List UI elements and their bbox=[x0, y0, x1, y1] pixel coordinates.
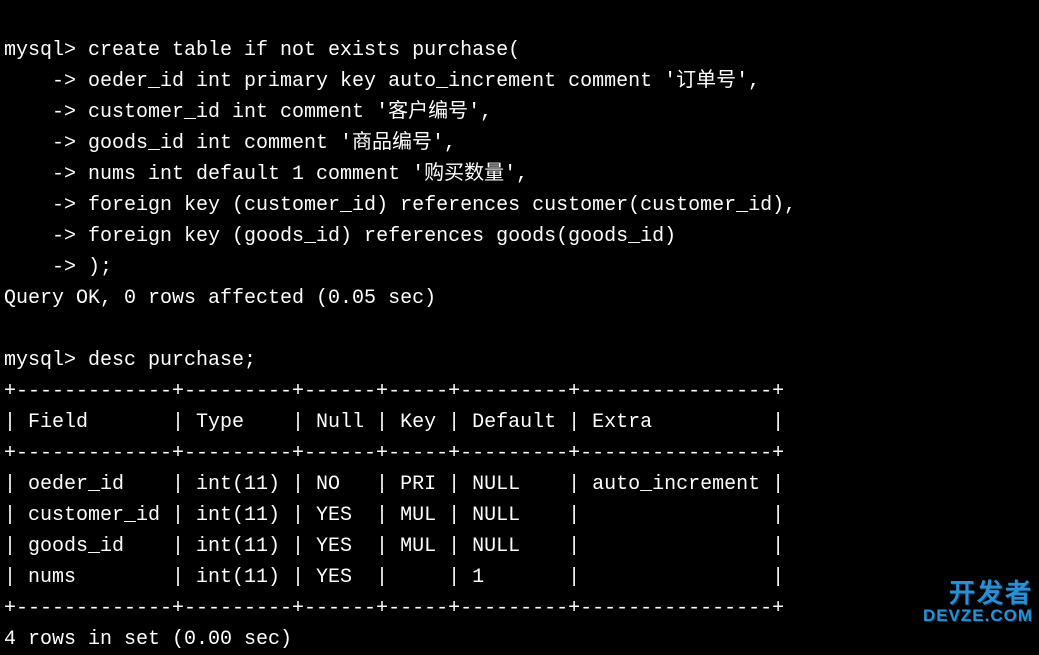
sql-create-line-2: customer_id int comment '客户编号', bbox=[88, 101, 492, 124]
table-row: | customer_id | int(11) | YES | MUL | NU… bbox=[4, 504, 784, 527]
table-header-row: | Field | Type | Null | Key | Default | … bbox=[4, 411, 784, 434]
mysql-cont-prompt: -> bbox=[4, 194, 88, 217]
sql-create-line-1: oeder_id int primary key auto_increment … bbox=[88, 70, 760, 93]
sql-desc-cmd: desc purchase; bbox=[88, 349, 256, 372]
mysql-cont-prompt: -> bbox=[4, 101, 88, 124]
table-border: +-------------+---------+------+-----+--… bbox=[4, 380, 784, 403]
mysql-prompt: mysql> bbox=[4, 39, 88, 62]
sql-line: -> goods_id int comment '商品编号', bbox=[4, 132, 456, 155]
sql-line: mysql> desc purchase; bbox=[4, 349, 256, 372]
sql-line: -> oeder_id int primary key auto_increme… bbox=[4, 70, 760, 93]
sql-create-line-5: foreign key (customer_id) references cus… bbox=[88, 194, 796, 217]
mysql-cont-prompt: -> bbox=[4, 225, 88, 248]
sql-line: -> foreign key (goods_id) references goo… bbox=[4, 225, 676, 248]
sql-create-line-4: nums int default 1 comment '购买数量', bbox=[88, 163, 528, 186]
table-row: | goods_id | int(11) | YES | MUL | NULL … bbox=[4, 535, 784, 558]
table-row: | oeder_id | int(11) | NO | PRI | NULL |… bbox=[4, 473, 784, 496]
query-result: Query OK, 0 rows affected (0.05 sec) bbox=[4, 287, 436, 310]
rows-summary: 4 rows in set (0.00 sec) bbox=[4, 628, 292, 651]
sql-create-line-7: ); bbox=[88, 256, 112, 279]
table-border: +-------------+---------+------+-----+--… bbox=[4, 597, 784, 620]
sql-line: -> customer_id int comment '客户编号', bbox=[4, 101, 492, 124]
sql-create-line-0: create table if not exists purchase( bbox=[88, 39, 520, 62]
sql-line: mysql> create table if not exists purcha… bbox=[4, 39, 520, 62]
mysql-prompt: mysql> bbox=[4, 349, 88, 372]
table-border: +-------------+---------+------+-----+--… bbox=[4, 442, 784, 465]
sql-create-line-3: goods_id int comment '商品编号', bbox=[88, 132, 456, 155]
table-row: | nums | int(11) | YES | | 1 | | bbox=[4, 566, 784, 589]
sql-create-line-6: foreign key (goods_id) references goods(… bbox=[88, 225, 676, 248]
sql-line: -> nums int default 1 comment '购买数量', bbox=[4, 163, 528, 186]
mysql-cont-prompt: -> bbox=[4, 163, 88, 186]
mysql-cont-prompt: -> bbox=[4, 70, 88, 93]
sql-line: -> foreign key (customer_id) references … bbox=[4, 194, 796, 217]
terminal-output: mysql> create table if not exists purcha… bbox=[4, 4, 1035, 655]
sql-line: -> ); bbox=[4, 256, 112, 279]
mysql-cont-prompt: -> bbox=[4, 132, 88, 155]
mysql-cont-prompt: -> bbox=[4, 256, 88, 279]
